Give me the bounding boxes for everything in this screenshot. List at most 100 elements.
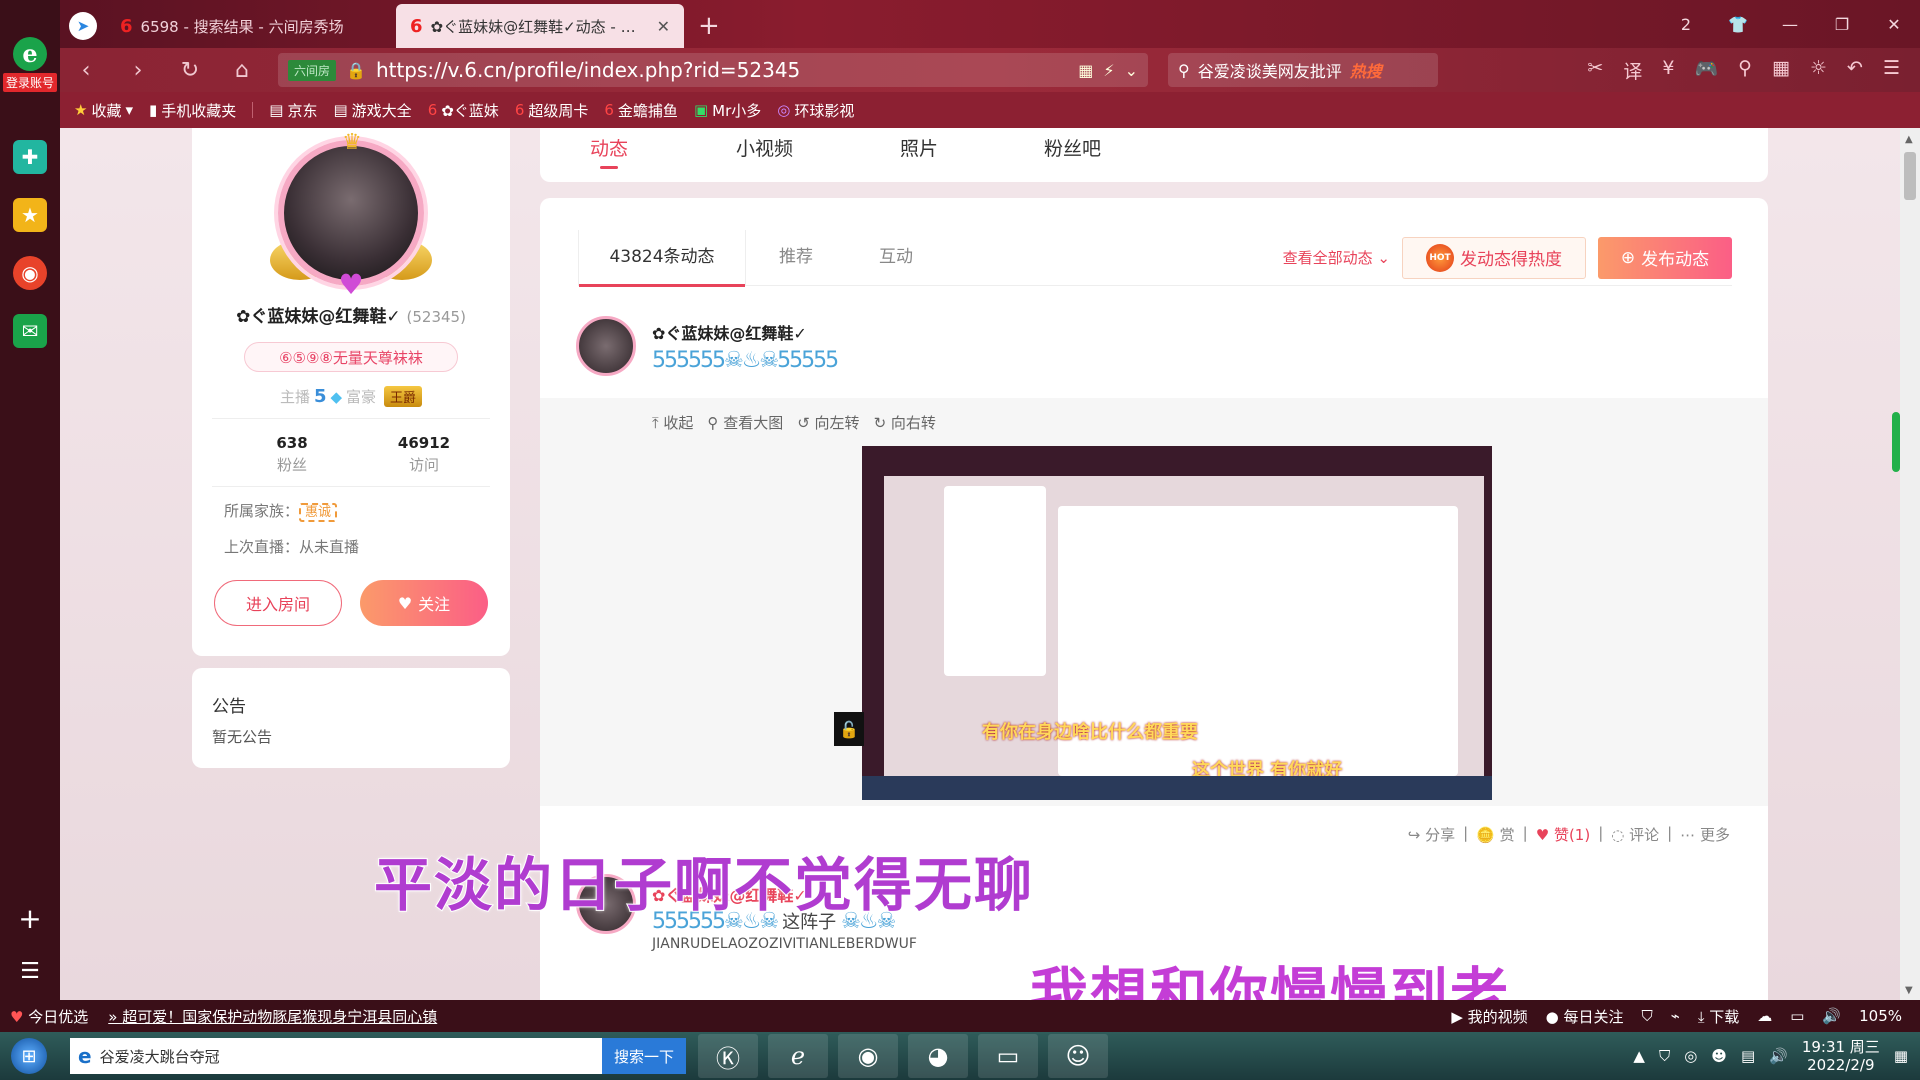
green-browser-icon[interactable]: ◉ <box>838 1034 898 1078</box>
k-app-icon[interactable]: Ⓚ <box>698 1034 758 1078</box>
tab-fan-forum[interactable]: 粉丝吧 <box>1044 134 1101 161</box>
volume-icon[interactable]: 🔊 <box>1822 1007 1841 1025</box>
bookmark-item[interactable]: 6 ✿ぐ蓝妹 <box>428 100 499 121</box>
bookmark-item[interactable]: ▣ Mr小多 <box>694 100 761 121</box>
apps-icon[interactable]: ▦ <box>1772 57 1790 84</box>
weibo-icon[interactable]: ◉ <box>13 256 47 290</box>
subtab-interaction[interactable]: 互动 <box>846 230 946 286</box>
sidebar-app-icon[interactable]: ✚ <box>13 140 47 174</box>
browser-logo-area[interactable]: e 登录账号 <box>0 0 60 128</box>
bookmark-item[interactable]: ◎ 环球影视 <box>777 100 854 121</box>
search-box[interactable]: ⚲ 谷爱凌谈美网友批评 热搜 <box>1168 53 1438 87</box>
magnifier-icon[interactable]: ⚲ <box>1738 57 1752 84</box>
minimize-button[interactable]: — <box>1764 15 1816 34</box>
more-button[interactable]: ⋯ 更多 <box>1680 824 1730 845</box>
qq-icon[interactable]: ☻ <box>1711 1047 1727 1065</box>
scroll-down-icon[interactable]: ▼ <box>1905 985 1913 996</box>
favorites-star-icon[interactable]: ★ <box>13 198 47 232</box>
cloud-icon[interactable]: ☁ <box>1757 1007 1772 1025</box>
brightness-icon[interactable]: ☼ <box>1810 57 1827 84</box>
shirt-icon[interactable]: 👕 <box>1712 15 1764 34</box>
post-author-name[interactable]: ✿ぐ蓝妹妹@红舞鞋✓ <box>652 320 807 344</box>
new-tab-button[interactable]: + <box>684 4 734 48</box>
post-author-avatar[interactable] <box>576 316 636 376</box>
coin-icon[interactable]: ¥ <box>1662 57 1674 84</box>
page-scrollbar[interactable]: ▲ ▼ <box>1900 128 1920 1000</box>
tab-search-results[interactable]: 6 6598 - 搜索结果 - 六间房秀场 <box>106 4 396 48</box>
reward-button[interactable]: 🪙 赏 <box>1476 824 1514 845</box>
publish-post-button[interactable]: ⊕ 发布动态 <box>1598 236 1732 279</box>
family-badge[interactable]: 惠诚 <box>299 503 338 522</box>
fans-stat[interactable]: 638 粉丝 <box>232 434 352 475</box>
bookmark-item[interactable]: 6 金蟾捕鱼 <box>604 100 678 121</box>
forward-button[interactable]: › <box>112 58 164 83</box>
close-icon[interactable]: ✕ <box>657 17 670 36</box>
list-icon[interactable]: ☰ <box>20 959 40 984</box>
profile-avatar[interactable]: ♛ ♥ <box>270 130 432 301</box>
add-icon[interactable]: + <box>18 902 41 935</box>
tab-profile[interactable]: 6 ✿ぐ蓝妹妹@红舞鞋✓动态 - 在线 ✕ <box>396 4 684 48</box>
translate-icon[interactable]: 译 <box>1623 57 1642 84</box>
tab-feed[interactable]: 动态 <box>590 134 628 169</box>
volume-icon[interactable]: 🔊 <box>1769 1047 1788 1065</box>
share-button[interactable]: ↪ 分享 <box>1408 824 1455 845</box>
folder-icon[interactable]: ▭ <box>978 1034 1038 1078</box>
view-large-button[interactable]: ⚲ 查看大图 <box>707 412 783 433</box>
enter-room-button[interactable]: 进入房间 <box>214 580 342 626</box>
rotate-right-button[interactable]: ↻ 向右转 <box>874 412 936 433</box>
tray-arrow-icon[interactable]: ▲ <box>1633 1047 1645 1065</box>
grid-icon[interactable]: ▦ <box>1078 61 1093 80</box>
tab-photos[interactable]: 照片 <box>900 134 938 161</box>
taskbar-search[interactable]: e 谷爱凌大跳台夺冠 搜索一下 <box>70 1038 686 1074</box>
bookmark-item[interactable]: ▮ 手机收藏夹 <box>149 100 236 121</box>
lock-icon[interactable]: 🔓 <box>834 712 864 746</box>
tray-app-icon[interactable]: ◎ <box>1684 1047 1697 1065</box>
menu-icon[interactable]: ☰ <box>1883 57 1900 84</box>
collapse-button[interactable]: ⤒ 收起 <box>652 412 693 433</box>
chrome-icon[interactable]: ◕ <box>908 1034 968 1078</box>
subtab-recommended[interactable]: 推荐 <box>746 230 846 286</box>
like-button[interactable]: ♥ 赞(1) <box>1536 824 1590 845</box>
scroll-thumb[interactable] <box>1904 152 1916 200</box>
restore-button[interactable]: ❐ <box>1816 15 1868 34</box>
scroll-up-icon[interactable]: ▲ <box>1905 134 1913 145</box>
search-text[interactable]: 谷爱凌谈美网友批评 <box>1198 58 1342 82</box>
zoom-level[interactable]: 105% <box>1859 1007 1902 1025</box>
my-video-button[interactable]: ▶ 我的视频 <box>1451 1006 1527 1027</box>
bookmark-item[interactable]: ▤ 游戏大全 <box>333 100 411 121</box>
app-avatar-icon[interactable]: ☺ <box>1048 1034 1108 1078</box>
tab-count-icon[interactable]: 2 <box>1660 15 1712 34</box>
news-ticker[interactable]: » 超可爱！国家保护动物豚尾猴现身宁洱县同心镇 <box>108 1006 437 1027</box>
comment-button[interactable]: ◌ 评论 <box>1611 824 1659 845</box>
shield-icon[interactable]: ⛉ <box>1659 1047 1670 1065</box>
bookmark-item[interactable]: ▤ 京东 <box>269 100 317 121</box>
daily-follow-button[interactable]: ● 每日关注 <box>1546 1006 1624 1027</box>
today-picks[interactable]: ♥ 今日优选 <box>10 1006 88 1027</box>
clock[interactable]: 19:31 周三 2022/2/9 <box>1802 1038 1880 1074</box>
screen-icon[interactable]: ▭ <box>1790 1007 1804 1025</box>
undo-icon[interactable]: ↶ <box>1847 57 1863 84</box>
network-icon[interactable]: ▤ <box>1741 1047 1755 1065</box>
ie-browser-icon[interactable]: ℯ <box>768 1034 828 1078</box>
chart-icon[interactable]: ⌁ <box>1671 1007 1680 1025</box>
rotate-left-button[interactable]: ↺ 向左转 <box>797 412 859 433</box>
mail-icon[interactable]: ✉ <box>13 314 47 348</box>
bookmark-favorites[interactable]: ★ 收藏 ▾ <box>74 100 133 121</box>
subtab-all-posts[interactable]: 43824条动态 <box>578 229 746 287</box>
gamepad-icon[interactable]: 🎮 <box>1694 57 1718 84</box>
taskbar-search-button[interactable]: 搜索一下 <box>601 1038 686 1074</box>
post-screenshot-image[interactable]: 有你在身边啥比什么都重要 这个世界 有你就好 <box>862 446 1492 800</box>
view-all-posts-dropdown[interactable]: 查看全部动态 ⌄ <box>1283 247 1390 268</box>
notification-icon[interactable]: ▦ <box>1894 1047 1908 1065</box>
chevron-down-icon[interactable]: ⌄ <box>1125 61 1138 80</box>
login-button[interactable]: 登录账号 <box>2 72 57 92</box>
follow-button[interactable]: ♥ 关注 <box>360 580 488 626</box>
start-button[interactable]: ⊞ <box>0 1034 58 1078</box>
home-button[interactable]: ⌂ <box>216 58 268 83</box>
url-text[interactable]: https://v.6.cn/profile/index.php?rid=523… <box>376 58 1068 82</box>
tab-short-videos[interactable]: 小视频 <box>736 134 793 161</box>
bolt-icon[interactable]: ⚡ <box>1103 61 1114 80</box>
tab-navigation[interactable]: ➤ <box>60 4 106 48</box>
back-button[interactable]: ‹ <box>60 58 112 83</box>
download-button[interactable]: ⤓ 下载 <box>1698 1006 1739 1027</box>
